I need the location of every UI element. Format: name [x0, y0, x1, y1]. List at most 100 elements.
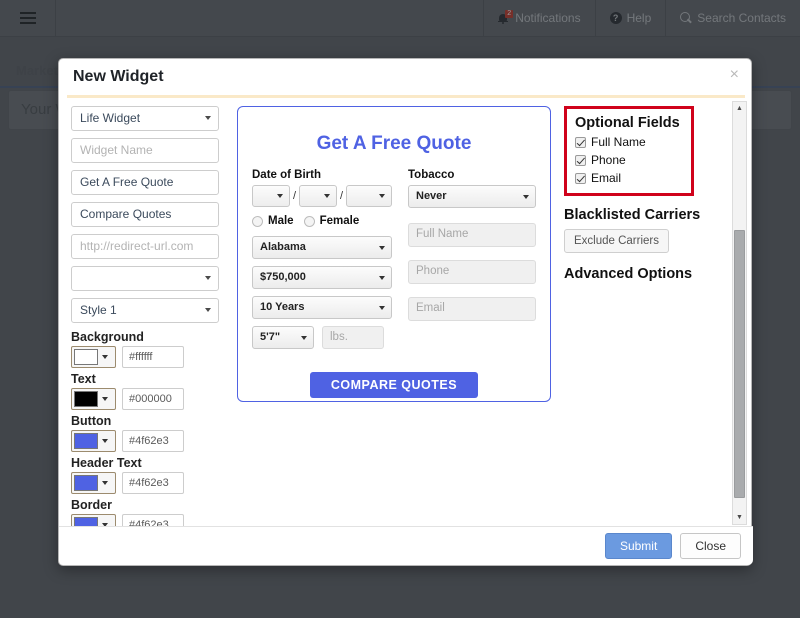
color-hex-background[interactable]: #ffffff — [122, 346, 184, 368]
empty-select[interactable] — [71, 266, 219, 291]
advanced-options-title[interactable]: Advanced Options — [564, 266, 739, 282]
label-phone: Phone — [591, 153, 626, 167]
checkbox-email[interactable] — [575, 172, 586, 184]
chevron-down-icon — [379, 246, 385, 250]
modal-title: New Widget — [73, 68, 164, 85]
coverage-select[interactable]: $750,000 — [252, 266, 392, 289]
dob-separator-1: / — [292, 190, 297, 202]
color-swatch-button — [74, 433, 98, 449]
widget-options-column: Optional Fields Full Name Phone Email Bl… — [564, 106, 739, 282]
color-row-text: #000000 — [71, 388, 231, 410]
submit-button[interactable]: Submit — [604, 533, 673, 559]
optional-field-full-name[interactable]: Full Name — [575, 135, 683, 149]
email-input[interactable]: Email — [408, 297, 536, 321]
color-label-border: Border — [71, 498, 112, 512]
headline-input[interactable]: Get A Free Quote — [71, 170, 219, 195]
chevron-down-icon — [102, 481, 108, 485]
term-value: 10 Years — [260, 301, 305, 313]
color-picker-button[interactable] — [71, 430, 116, 452]
chevron-down-icon — [276, 194, 283, 198]
weight-input[interactable]: lbs. — [322, 326, 384, 349]
compare-quotes-button[interactable]: COMPARE QUOTES — [310, 372, 478, 398]
state-value: Alabama — [260, 241, 306, 253]
style-select[interactable]: Style 1 — [71, 298, 219, 323]
color-picker-header-text[interactable] — [71, 472, 116, 494]
modal-body: Life Widget Widget Name Get A Free Quote… — [59, 98, 753, 528]
widget-type-select[interactable]: Life Widget — [71, 106, 219, 131]
color-picker-background[interactable] — [71, 346, 116, 368]
chevron-down-icon — [379, 194, 386, 198]
color-hex-button[interactable]: #4f62e3 — [122, 430, 184, 452]
gender-row: Male Female — [252, 215, 392, 227]
chevron-down-icon — [102, 439, 108, 443]
color-swatch-text — [74, 391, 98, 407]
coverage-value: $750,000 — [260, 271, 306, 283]
color-picker-text[interactable] — [71, 388, 116, 410]
fullname-input[interactable]: Full Name — [408, 223, 536, 247]
widget-name-input[interactable]: Widget Name — [71, 138, 219, 163]
color-swatch-header-text — [74, 475, 98, 491]
term-select[interactable]: 10 Years — [252, 296, 392, 319]
chevron-down-icon — [379, 276, 385, 280]
chevron-down-icon — [205, 276, 211, 280]
radio-male[interactable] — [252, 215, 263, 227]
dob-month-select[interactable] — [252, 185, 290, 207]
checkbox-phone[interactable] — [575, 154, 586, 166]
redirect-url-input[interactable]: http://redirect-url.com — [71, 234, 219, 259]
height-value: 5'7" — [260, 331, 281, 343]
dob-label: Date of Birth — [252, 169, 321, 181]
gender-label-male: Male — [268, 215, 294, 227]
blacklisted-carriers-title: Blacklisted Carriers — [564, 207, 701, 223]
chevron-down-icon — [324, 194, 330, 198]
exclude-carriers-button[interactable]: Exclude Carriers — [564, 229, 669, 253]
color-row-background: #ffffff — [71, 346, 231, 368]
widget-preview-column: Get A Free Quote Date of Birth / / Male … — [237, 106, 555, 402]
widget-preview-card: Get A Free Quote Date of Birth / / Male … — [237, 106, 551, 402]
scrollbar-thumb[interactable] — [734, 230, 745, 498]
modal-scrollbar[interactable]: ▲ ▼ — [732, 101, 747, 525]
dob-year-select[interactable] — [346, 185, 393, 207]
chevron-down-icon — [205, 308, 211, 312]
chevron-down-icon — [523, 195, 529, 199]
preview-title: Get A Free Quote — [316, 133, 472, 154]
height-select[interactable]: 5'7" — [252, 326, 314, 349]
tobacco-label: Tobacco — [408, 169, 455, 181]
modal-footer: Submit Close — [59, 526, 753, 565]
dob-separator-2: / — [340, 190, 344, 202]
scroll-down-icon[interactable]: ▼ — [733, 511, 746, 524]
label-full-name: Full Name — [591, 135, 646, 149]
optional-field-email[interactable]: Email — [575, 171, 683, 185]
tobacco-value: Never — [416, 190, 447, 202]
cancel-button[interactable]: Close — [680, 533, 741, 559]
optional-field-phone[interactable]: Phone — [575, 153, 683, 167]
color-hex-text[interactable]: #000000 — [122, 388, 184, 410]
color-label-header-text: Header Text — [71, 456, 142, 470]
optional-fields-title: Optional Fields — [575, 115, 680, 131]
color-hex-header-text[interactable]: #4f62e3 — [122, 472, 184, 494]
state-select[interactable]: Alabama — [252, 236, 392, 259]
modal-header: New Widget × — [59, 59, 751, 95]
color-label-button: Button — [71, 414, 112, 428]
color-row-button: #4f62e3 — [71, 430, 231, 452]
new-widget-modal: New Widget × Life Widget Widget Name Get… — [58, 58, 753, 566]
close-icon[interactable]: × — [730, 67, 739, 83]
radio-female[interactable] — [303, 215, 315, 227]
color-swatch-background — [74, 349, 98, 365]
color-label-background: Background — [71, 330, 144, 344]
label-email: Email — [591, 171, 622, 185]
chevron-down-icon — [379, 306, 385, 310]
color-label-text: Text — [71, 372, 96, 386]
button-text-input[interactable]: Compare Quotes — [71, 202, 219, 227]
gender-label-female: Female — [319, 215, 360, 227]
phone-input[interactable]: Phone — [408, 260, 536, 284]
tobacco-select[interactable]: Never — [408, 185, 536, 208]
preview-right-fields: Tobacco Never Full Name Phone Email — [408, 169, 536, 356]
scroll-up-icon[interactable]: ▲ — [733, 102, 746, 115]
dob-day-select[interactable] — [299, 185, 337, 207]
widget-type-value: Life Widget — [80, 111, 141, 125]
preview-left-fields: Date of Birth / / Male Female Alabama $7… — [252, 169, 393, 356]
widget-settings-column: Life Widget Widget Name Get A Free Quote… — [71, 106, 231, 528]
style-value: Style 1 — [80, 303, 117, 317]
checkbox-full-name[interactable] — [575, 136, 586, 148]
